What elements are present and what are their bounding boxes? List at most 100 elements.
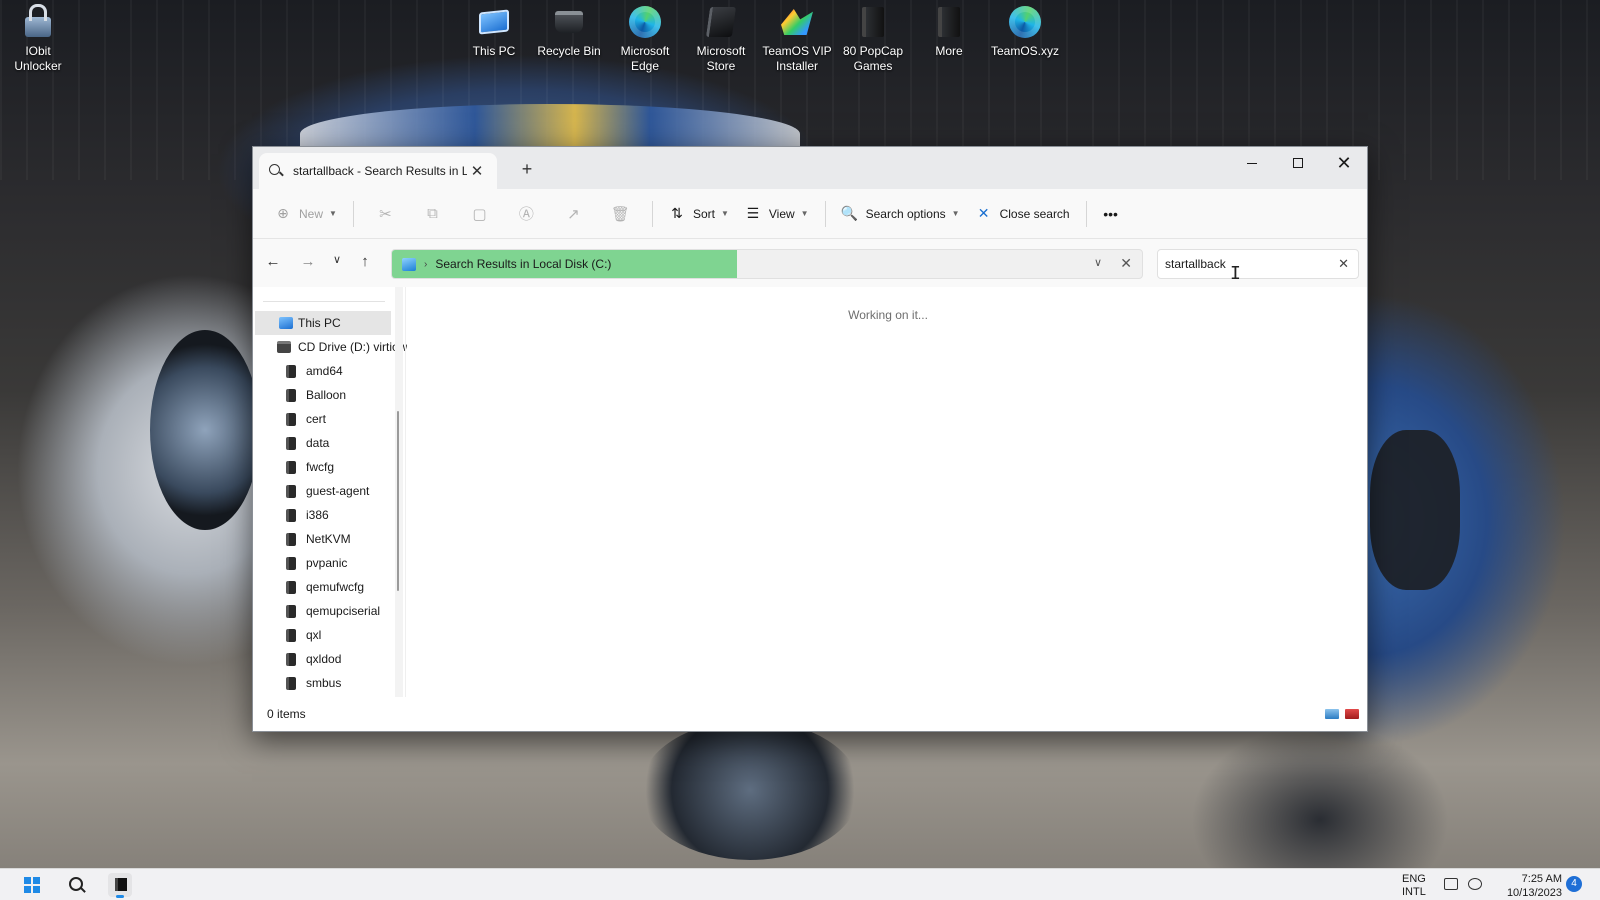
maximize-button[interactable]	[1275, 147, 1321, 179]
clear-search-icon[interactable]: ✕	[1338, 256, 1349, 272]
new-tab-button[interactable]: +	[515, 157, 539, 181]
details-view-icon[interactable]	[1325, 709, 1339, 719]
nav-item-folder[interactable]: NetKVM	[253, 527, 407, 551]
nav-item-cd-drive[interactable]: CD Drive (D:) virtio-win-0.1.2	[253, 335, 407, 359]
cut-button[interactable]: ✂	[362, 198, 409, 230]
desktop-icon-recycle-bin[interactable]: Recycle Bin	[531, 4, 607, 59]
desktop-icon-microsoft-edge[interactable]: Microsoft Edge	[607, 4, 683, 74]
see-more-button[interactable]: •••	[1095, 198, 1127, 230]
nav-item-folder[interactable]: Balloon	[253, 383, 407, 407]
search-options-label: Search options	[865, 206, 946, 221]
toolbar-divider	[651, 200, 653, 227]
desktop-icon-label: Microsoft Edge	[620, 44, 670, 73]
breadcrumb-search-results[interactable]: Search Results in Local Disk (C:)	[435, 257, 611, 271]
back-button[interactable]: ←	[261, 253, 285, 275]
search-box[interactable]: ✕	[1157, 249, 1359, 279]
nav-item-label: amd64	[306, 364, 343, 378]
folder-icon	[286, 437, 296, 450]
clock-date: 10/13/2023	[1506, 887, 1562, 899]
scrollbar-thumb[interactable]	[397, 411, 399, 591]
stop-search-button[interactable]: ✕	[1120, 255, 1132, 272]
nav-item-label: qemufwcfg	[306, 580, 365, 594]
this-pc-icon	[279, 317, 293, 329]
desktop-icon-teamos-vip-installer[interactable]: TeamOS VIP Installer	[759, 4, 835, 74]
nav-item-label: guest-agent	[306, 484, 370, 498]
up-button[interactable]: ↑	[353, 253, 377, 275]
tab-search-results[interactable]: startallback - Search Results in Local D…	[259, 153, 497, 189]
search-status-message: Working on it...	[848, 308, 928, 322]
nav-item-folder[interactable]: qxl	[253, 623, 407, 647]
nav-item-folder[interactable]: qemufwcfg	[253, 575, 407, 599]
close-icon: ✕	[977, 205, 990, 221]
input-language-indicator[interactable]: ENG INTL	[1402, 873, 1426, 899]
recent-locations-button[interactable]: ∨	[325, 253, 349, 275]
more-options-icon: •••	[1103, 205, 1118, 222]
desktop-icon-teamos-xyz[interactable]: TeamOS.xyz	[987, 4, 1063, 59]
nav-item-folder[interactable]: cert	[253, 407, 407, 431]
notification-badge[interactable]: 4	[1566, 876, 1582, 892]
desktop-icon-this-pc[interactable]: This PC	[456, 4, 532, 59]
folder-icon	[286, 365, 296, 378]
new-button[interactable]: ⊕ New ▼	[267, 198, 345, 230]
pane-splitter[interactable]	[405, 287, 406, 697]
nav-item-label: qemupciserial	[306, 604, 381, 618]
desktop-icon-iobit-unlocker[interactable]: IObit Unlocker	[0, 4, 76, 74]
nav-item-label: Balloon	[306, 388, 347, 402]
nav-item-folder[interactable]: pvpanic	[253, 551, 407, 575]
wallpaper-front-wheel	[150, 330, 260, 530]
cd-drive-icon	[277, 341, 291, 353]
rename-button[interactable]: Ⓐ	[503, 198, 550, 230]
delete-button[interactable]: 🗑	[597, 198, 644, 230]
nav-item-label: i386	[306, 508, 329, 522]
cut-icon: ✂	[379, 205, 392, 223]
edge-shortcut-icon	[1007, 4, 1043, 40]
share-button[interactable]: ↗	[550, 198, 597, 230]
large-icons-view-icon[interactable]	[1345, 709, 1359, 719]
nav-item-folder[interactable]: qxldod	[253, 647, 407, 671]
nav-pane-scrollbar[interactable]	[395, 287, 403, 697]
paste-icon: ▢	[472, 205, 487, 223]
copy-button[interactable]: ⧉	[409, 198, 456, 230]
nav-item-folder[interactable]: smbus	[253, 671, 407, 695]
folder-icon	[286, 581, 296, 594]
taskbar-search-icon[interactable]	[68, 876, 86, 894]
close-search-button[interactable]: ✕ Close search	[968, 198, 1078, 230]
nav-item-folder[interactable]: fwcfg	[253, 455, 407, 479]
desktop-icon-popcap-games[interactable]: 80 PopCap Games	[835, 4, 911, 74]
close-tab-icon[interactable]: ✕	[467, 162, 487, 180]
nav-item-folder[interactable]: guest-agent	[253, 479, 407, 503]
store-icon	[703, 4, 739, 40]
nav-item-this-pc[interactable]: This PC	[255, 311, 391, 335]
item-count: 0 items	[267, 707, 306, 721]
view-button[interactable]: ☰ View ▼	[737, 198, 817, 230]
nav-item-label: fwcfg	[306, 460, 335, 474]
system-clock[interactable]: 7:25 AM 10/13/2023	[1492, 872, 1562, 900]
share-icon: ↗	[567, 205, 580, 223]
address-history-dropdown[interactable]: ∨	[1094, 256, 1102, 269]
view-button-label: View	[768, 206, 795, 221]
nav-item-folder[interactable]: data	[253, 431, 407, 455]
nav-item-folder[interactable]: amd64	[253, 359, 407, 383]
folder-icon	[286, 629, 296, 642]
this-pc-icon	[476, 4, 512, 40]
rename-icon: Ⓐ	[518, 206, 534, 223]
desktop-icon-more[interactable]: More	[911, 4, 987, 59]
nav-item-folder[interactable]: i386	[253, 503, 407, 527]
search-options-button[interactable]: 🔍 Search options ▼	[834, 198, 968, 230]
forward-button[interactable]: →	[296, 253, 320, 275]
sort-button[interactable]: ⇅ Sort ▼	[661, 198, 737, 230]
minimize-button[interactable]	[1229, 147, 1275, 179]
chevron-right-icon[interactable]: ›	[424, 259, 427, 270]
paste-button[interactable]: ▢	[456, 198, 503, 230]
trash-icon: 🗑	[610, 205, 630, 223]
address-bar[interactable]: › Search Results in Local Disk (C:) ∨ ✕	[391, 249, 1143, 279]
network-icon[interactable]	[1444, 878, 1458, 890]
taskbar-file-explorer-icon[interactable]	[108, 873, 132, 898]
close-window-button[interactable]: ✕	[1321, 147, 1367, 179]
nav-item-folder[interactable]: qemupciserial	[253, 599, 407, 623]
start-button[interactable]	[24, 877, 40, 893]
desktop-icon-microsoft-store[interactable]: Microsoft Store	[683, 4, 759, 74]
volume-muted-icon[interactable]	[1468, 878, 1482, 890]
more-folder-icon	[931, 4, 967, 40]
recycle-bin-icon	[551, 4, 587, 40]
